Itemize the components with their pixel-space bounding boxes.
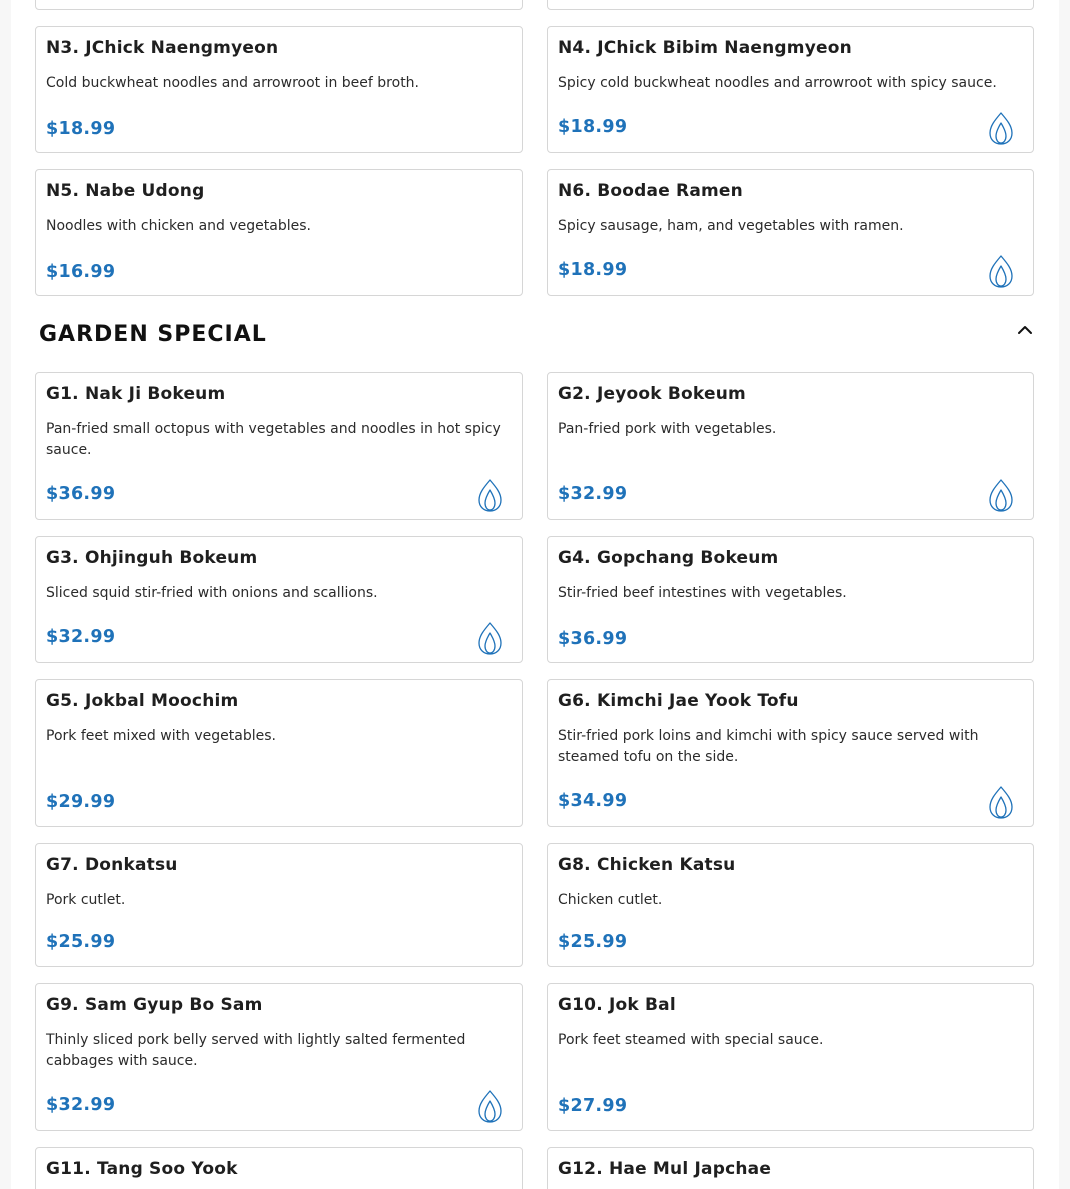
- item-description: Pork cutlet.: [46, 892, 126, 908]
- menu-item-card[interactable]: G10. Jok Bal Pork feet steamed with spec…: [547, 983, 1034, 1131]
- item-title: G3. Ohjinguh Bokeum: [46, 548, 258, 568]
- item-price: $36.99: [46, 484, 116, 504]
- menu-item-card-partial[interactable]: [35, 0, 523, 10]
- item-price: $34.99: [558, 791, 628, 811]
- menu-item-card[interactable]: G5. Jokbal Moochim Pork feet mixed with …: [35, 679, 523, 827]
- flame-icon: [477, 478, 503, 512]
- item-price: $25.99: [558, 932, 628, 952]
- menu-item-card[interactable]: G7. Donkatsu Pork cutlet. $25.99: [35, 843, 523, 967]
- menu-item-card[interactable]: G9. Sam Gyup Bo Sam Thinly sliced pork b…: [35, 983, 523, 1131]
- item-description: Pan-fried small octopus with vegetables …: [46, 421, 501, 458]
- menu-item-card[interactable]: G1. Nak Ji Bokeum Pan-fried small octopu…: [35, 372, 523, 520]
- item-description: Pan-fried pork with vegetables.: [558, 421, 777, 437]
- item-price: $18.99: [46, 119, 116, 139]
- item-price: $16.99: [46, 262, 116, 282]
- item-description: Pork feet steamed with special sauce.: [558, 1032, 824, 1048]
- menu-item-card[interactable]: G6. Kimchi Jae Yook Tofu Stir-fried pork…: [547, 679, 1034, 827]
- item-description: Spicy cold buckwheat noodles and arrowro…: [558, 75, 997, 91]
- menu-item-card[interactable]: N5. Nabe Udong Noodles with chicken and …: [35, 169, 523, 296]
- item-title: G4. Gopchang Bokeum: [558, 548, 779, 568]
- menu-item-card[interactable]: G2. Jeyook Bokeum Pan-fried pork with ve…: [547, 372, 1034, 520]
- item-description: Sliced squid stir-fried with onions and …: [46, 585, 378, 601]
- menu-item-card[interactable]: G8. Chicken Katsu Chicken cutlet. $25.99: [547, 843, 1034, 967]
- item-title: G7. Donkatsu: [46, 855, 178, 875]
- item-price: $29.99: [46, 792, 116, 812]
- item-title: G12. Hae Mul Japchae: [558, 1159, 772, 1179]
- flame-icon: [477, 621, 503, 655]
- menu-item-card[interactable]: G12. Hae Mul Japchae: [547, 1147, 1034, 1189]
- menu-item-card[interactable]: N6. Boodae Ramen Spicy sausage, ham, and…: [547, 169, 1034, 296]
- item-price: $32.99: [46, 627, 116, 647]
- item-description: Stir-fried beef intestines with vegetabl…: [558, 585, 847, 601]
- item-description: Stir-fried pork loins and kimchi with sp…: [558, 728, 979, 765]
- item-description: Pork feet mixed with vegetables.: [46, 728, 277, 744]
- item-description: Spicy sausage, ham, and vegetables with …: [558, 218, 904, 234]
- item-price: $18.99: [558, 117, 628, 137]
- item-price: $36.99: [558, 629, 628, 649]
- section-title: GARDEN SPECIAL: [39, 322, 267, 347]
- item-price: $27.99: [558, 1096, 628, 1116]
- menu-item-card-partial[interactable]: [547, 0, 1034, 10]
- item-price: $18.99: [558, 260, 628, 280]
- menu-item-card[interactable]: G11. Tang Soo Yook: [35, 1147, 523, 1189]
- flame-icon: [988, 254, 1014, 288]
- flame-icon: [988, 785, 1014, 819]
- menu-item-card[interactable]: N4. JChick Bibim Naengmyeon Spicy cold b…: [547, 26, 1034, 153]
- item-description: Cold buckwheat noodles and arrowroot in …: [46, 75, 420, 91]
- item-title: G11. Tang Soo Yook: [46, 1159, 238, 1179]
- item-title: G2. Jeyook Bokeum: [558, 384, 746, 404]
- menu-page: N3. JChick Naengmyeon Cold buckwheat noo…: [11, 0, 1059, 1189]
- item-title: G9. Sam Gyup Bo Sam: [46, 995, 263, 1015]
- item-price: $32.99: [46, 1095, 116, 1115]
- menu-item-card[interactable]: N3. JChick Naengmyeon Cold buckwheat noo…: [35, 26, 523, 153]
- item-title: G6. Kimchi Jae Yook Tofu: [558, 691, 799, 711]
- item-title: G10. Jok Bal: [558, 995, 676, 1015]
- item-title: G1. Nak Ji Bokeum: [46, 384, 226, 404]
- menu-item-card[interactable]: G4. Gopchang Bokeum Stir-fried beef inte…: [547, 536, 1034, 663]
- item-title: G5. Jokbal Moochim: [46, 691, 239, 711]
- item-title: N3. JChick Naengmyeon: [46, 38, 279, 58]
- flame-icon: [988, 111, 1014, 145]
- item-title: N6. Boodae Ramen: [558, 181, 743, 201]
- item-price: $25.99: [46, 932, 116, 952]
- menu-item-card[interactable]: G3. Ohjinguh Bokeum Sliced squid stir-fr…: [35, 536, 523, 663]
- item-description: Noodles with chicken and vegetables.: [46, 218, 311, 234]
- item-description: Chicken cutlet.: [558, 892, 663, 908]
- item-price: $32.99: [558, 484, 628, 504]
- flame-icon: [988, 478, 1014, 512]
- item-title: N4. JChick Bibim Naengmyeon: [558, 38, 852, 58]
- chevron-up-icon[interactable]: [1013, 318, 1037, 342]
- item-description: Thinly sliced pork belly served with lig…: [46, 1032, 466, 1069]
- flame-icon: [477, 1089, 503, 1123]
- item-title: G8. Chicken Katsu: [558, 855, 736, 875]
- item-title: N5. Nabe Udong: [46, 181, 205, 201]
